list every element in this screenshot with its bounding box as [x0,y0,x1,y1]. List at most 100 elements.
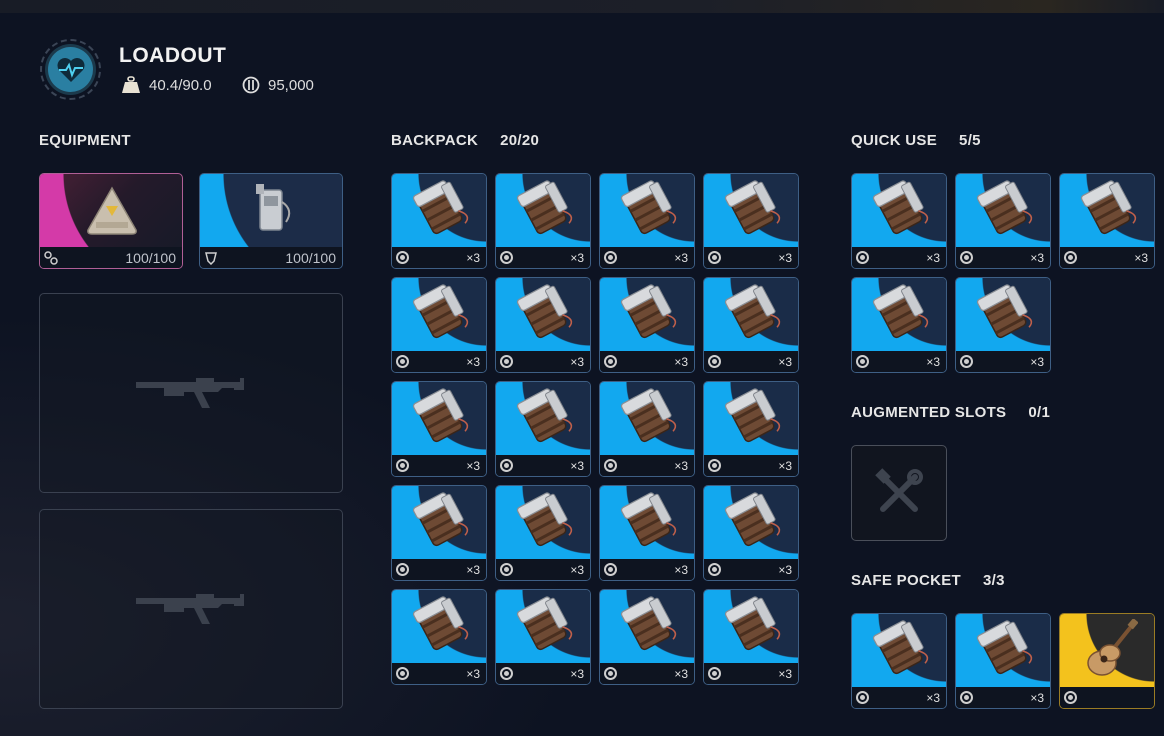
item-quantity: ×3 [1030,354,1044,369]
grenade-canister-icon [620,492,677,547]
quick-use-slot-4[interactable]: ×3 [851,277,947,373]
heart-pulse-icon [48,47,93,92]
grenade-canister-icon [1080,180,1137,235]
quick-use-count: 5/5 [959,132,981,149]
quick-use-slot-3[interactable]: ×3 [1059,173,1155,269]
target-icon [856,355,869,368]
grenade-canister-icon [620,596,677,651]
item-quantity: ×3 [570,250,584,265]
safe-pocket-slot-3[interactable] [1059,613,1155,709]
grenade-canister-icon [516,284,573,339]
augment-equipment-slot[interactable]: 100/100 [39,173,183,269]
item-quantity: ×3 [570,354,584,369]
item-quantity: ×3 [466,354,480,369]
quick-use-slot-1[interactable]: ×3 [851,173,947,269]
target-icon [708,459,721,472]
backpack-slot-11[interactable]: ×3 [599,381,695,477]
currency-stat: 95,000 [242,76,314,94]
weight-icon [122,76,140,93]
augment-durability: 100/100 [125,249,176,266]
target-icon [1064,251,1077,264]
grenade-canister-icon [412,180,469,235]
backpack-slot-20[interactable]: ×3 [703,589,799,685]
grenade-canister-icon [516,596,573,651]
item-quantity: ×3 [570,666,584,681]
weight-value: 40.4/90.0 [149,76,212,94]
augmented-count: 0/1 [1028,404,1051,421]
target-icon [960,691,973,704]
target-icon [960,355,973,368]
target-icon [604,355,617,368]
aperture-icon [1064,691,1077,704]
item-quantity: ×3 [1030,690,1044,705]
rifle-silhouette-icon [136,378,244,408]
item-quantity: ×3 [778,250,792,265]
item-quantity: ×3 [778,458,792,473]
target-icon [396,563,409,576]
grenade-canister-icon [516,180,573,235]
grenade-canister-icon [976,620,1033,675]
page-title: LOADOUT [119,44,227,67]
backpack-slot-14[interactable]: ×3 [495,485,591,581]
grenade-canister-icon [620,284,677,339]
item-quantity: ×3 [466,458,480,473]
grenade-canister-icon [412,388,469,443]
backpack-slot-3[interactable]: ×3 [599,173,695,269]
backpack-slot-19[interactable]: ×3 [599,589,695,685]
target-icon [396,667,409,680]
backpack-slot-12[interactable]: ×3 [703,381,799,477]
target-icon [960,251,973,264]
backpack-slot-18[interactable]: ×3 [495,589,591,685]
item-quantity: ×3 [570,458,584,473]
grenade-canister-icon [516,492,573,547]
item-quantity: ×3 [926,250,940,265]
grenade-canister-icon [724,596,781,651]
target-icon [604,563,617,576]
safe-pocket-slot-2[interactable]: ×3 [955,613,1051,709]
safe-pocket-heading: SAFE POCKET 3/3 [851,572,1005,589]
quick-use-heading: QUICK USE 5/5 [851,132,981,149]
augmented-slot-empty[interactable] [851,445,947,541]
quick-use-slot-2[interactable]: ×3 [955,173,1051,269]
backpack-slot-7[interactable]: ×3 [599,277,695,373]
backpack-slot-13[interactable]: ×3 [391,485,487,581]
backpack-slot-10[interactable]: ×3 [495,381,591,477]
top-bar [0,0,1164,13]
target-icon [396,355,409,368]
shield-equipment-slot[interactable]: 100/100 [199,173,343,269]
backpack-slot-17[interactable]: ×3 [391,589,487,685]
grenade-canister-icon [412,492,469,547]
grenade-canister-icon [976,180,1033,235]
backpack-slot-9[interactable]: ×3 [391,381,487,477]
target-icon [708,355,721,368]
backpack-slot-5[interactable]: ×3 [391,277,487,373]
backpack-slot-4[interactable]: ×3 [703,173,799,269]
shield-device-icon [256,184,291,231]
backpack-slot-1[interactable]: ×3 [391,173,487,269]
health-badge [40,39,101,100]
weapon-slot-2[interactable] [39,509,343,709]
backpack-slot-6[interactable]: ×3 [495,277,591,373]
backpack-slot-8[interactable]: ×3 [703,277,799,373]
backpack-slot-15[interactable]: ×3 [599,485,695,581]
weapon-slot-1[interactable] [39,293,343,493]
grenade-canister-icon [724,388,781,443]
safe-pocket-slot-1[interactable]: ×3 [851,613,947,709]
backpack-slot-16[interactable]: ×3 [703,485,799,581]
coin-icon [242,76,260,94]
tools-icon [875,468,923,512]
item-quantity: ×3 [1030,250,1044,265]
target-icon [500,459,513,472]
target-icon [604,251,617,264]
item-quantity: ×3 [674,250,688,265]
quick-use-slot-5[interactable]: ×3 [955,277,1051,373]
backpack-count: 20/20 [500,132,540,149]
rifle-silhouette-icon [136,594,244,624]
item-quantity: ×3 [1134,250,1148,265]
augmented-slots-heading: AUGMENTED SLOTS 0/1 [851,404,1051,421]
backpack-slot-2[interactable]: ×3 [495,173,591,269]
grenade-canister-icon [412,596,469,651]
safe-pocket-count: 3/3 [982,572,1005,589]
guitar-icon [1087,619,1138,676]
target-icon [396,459,409,472]
